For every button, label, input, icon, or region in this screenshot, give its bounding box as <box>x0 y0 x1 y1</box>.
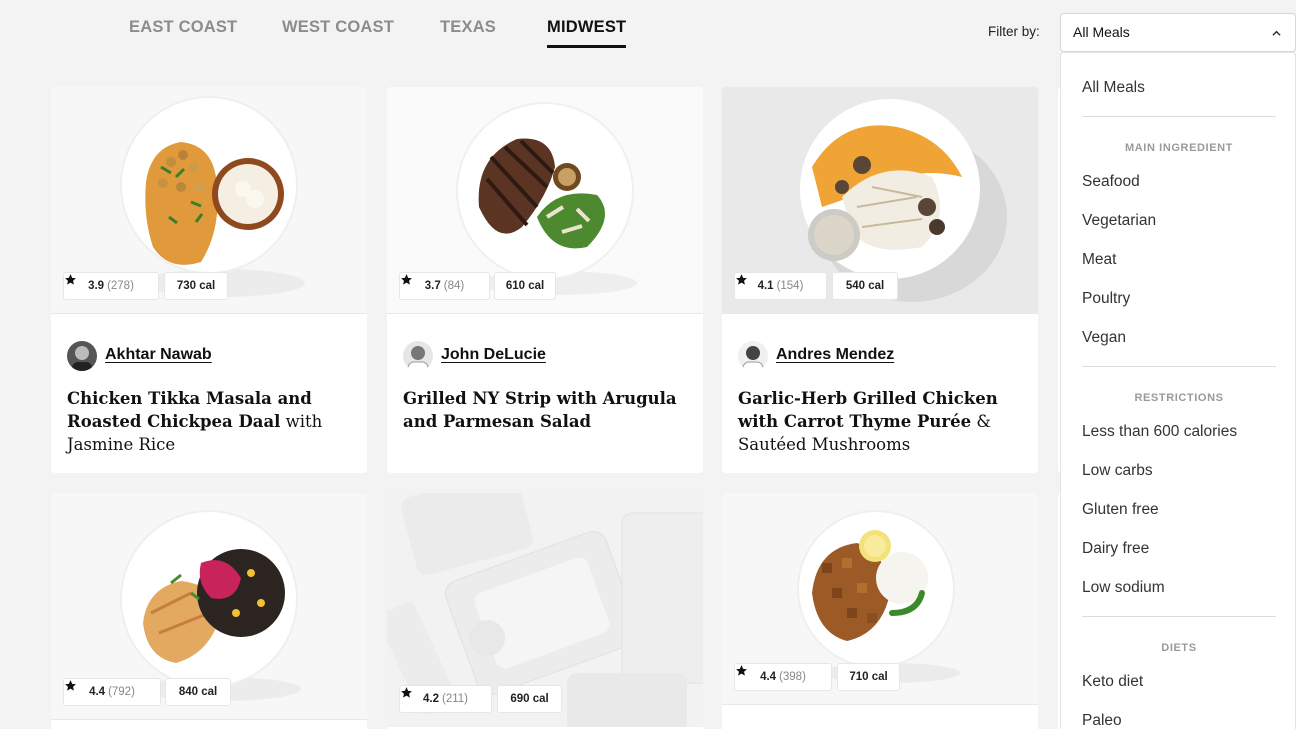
star-icon <box>401 274 412 285</box>
meal-card[interactable]: 4.4 (792) 840 cal <box>51 493 367 729</box>
tab-midwest[interactable]: MIDWEST <box>547 18 627 48</box>
card-divider <box>51 313 367 314</box>
menu-divider <box>1082 116 1276 117</box>
filter-option-all-meals[interactable]: All Meals <box>1082 79 1145 97</box>
menu-divider <box>1082 616 1276 617</box>
meal-photo-salmon-beans: 4.4 (792) 840 cal <box>51 493 367 719</box>
chef-link[interactable]: Akhtar Nawab <box>105 346 212 364</box>
meal-card[interactable]: 3.9 (278) 730 cal Akhtar Nawab Chicken Ti… <box>51 87 367 473</box>
rating-value: 4.1 <box>757 280 774 292</box>
calorie-badge: 840 cal <box>165 678 231 706</box>
review-count: (154) <box>776 280 804 292</box>
calorie-badge: 730 cal <box>164 272 228 300</box>
meal-title-main: Garlic-Herb Grilled Chicken with Carrot … <box>738 389 998 431</box>
rating-value: 3.7 <box>424 280 441 292</box>
review-count: (278) <box>107 280 134 292</box>
meal-title: Chicken Tikka Masala and Roasted Chickpe… <box>67 387 357 456</box>
meal-card[interactable]: 4.1 (154) 540 cal Andres Mendez Garlic-He… <box>722 87 1038 473</box>
card-divider <box>51 719 367 720</box>
filter-select[interactable]: All Meals <box>1060 13 1296 52</box>
menu-heading-restrictions: RESTRICTIONS <box>1134 392 1224 404</box>
rating-value: 4.4 <box>89 686 106 698</box>
menu-heading-main-ingredient: MAIN INGREDIENT <box>1125 142 1233 154</box>
meal-title-main: Grilled NY Strip with Arugula and Parmes… <box>403 389 677 431</box>
card-divider <box>387 313 703 314</box>
tab-east-coast[interactable]: EAST COAST <box>129 18 237 37</box>
meal-card[interactable]: 4.4 (398) 710 cal <box>722 493 1038 729</box>
filter-option-keto-diet[interactable]: Keto diet <box>1082 673 1143 691</box>
card-divider <box>722 313 1038 314</box>
meal-card[interactable]: 3.7 (84) 610 cal John DeLucie Grilled NY … <box>387 87 703 473</box>
meal-title: Garlic-Herb Grilled Chicken with Carrot … <box>738 387 1028 456</box>
calorie-badge: 610 cal <box>494 272 556 300</box>
filter-option-vegetarian[interactable]: Vegetarian <box>1082 212 1156 230</box>
star-icon <box>65 680 76 691</box>
rating-badge: 4.4 (398) <box>734 663 832 691</box>
calorie-badge: 710 cal <box>837 663 900 691</box>
filter-label: Filter by: <box>988 24 1040 39</box>
menu-divider <box>1082 366 1276 367</box>
chef-avatar <box>403 341 433 371</box>
chef-avatar <box>67 341 97 371</box>
meal-title: Grilled NY Strip with Arugula and Parmes… <box>403 387 693 433</box>
tab-texas[interactable]: TEXAS <box>440 18 496 37</box>
meal-photo-ny-strip: 3.7 (84) 610 cal <box>387 87 703 313</box>
filter-option-dairy-free[interactable]: Dairy free <box>1082 540 1149 558</box>
rating-badge: 3.9 (278) <box>63 272 159 300</box>
meal-photo-chicken-tikka: 3.9 (278) 730 cal <box>51 87 367 313</box>
star-icon <box>736 274 747 285</box>
meal-photo-garlic-herb-chicken: 4.1 (154) 540 cal <box>722 87 1038 313</box>
filter-option-low-sodium[interactable]: Low sodium <box>1082 579 1165 597</box>
review-count: (84) <box>443 280 465 292</box>
tab-west-coast[interactable]: WEST COAST <box>282 18 394 37</box>
filter-option-poultry[interactable]: Poultry <box>1082 290 1130 308</box>
rating-value: 4.4 <box>760 671 777 683</box>
rating-value: 4.2 <box>423 693 439 705</box>
filter-option-seafood[interactable]: Seafood <box>1082 173 1140 191</box>
filter-option-less-than-600-calories[interactable]: Less than 600 calories <box>1082 423 1237 441</box>
filter-selected-value: All Meals <box>1073 24 1130 40</box>
chevron-up-icon <box>1272 30 1281 36</box>
filter-option-meat[interactable]: Meat <box>1082 251 1116 269</box>
filter-option-paleo[interactable]: Paleo <box>1082 712 1122 729</box>
meal-photo-packaging-placeholder: 4.2 (211) 690 cal <box>387 493 703 727</box>
star-icon <box>736 665 747 676</box>
filter-option-low-carbs[interactable]: Low carbs <box>1082 462 1153 480</box>
chef-link[interactable]: John DeLucie <box>441 346 546 364</box>
chef-link[interactable]: Andres Mendez <box>776 346 894 364</box>
rating-value: 3.9 <box>88 280 105 292</box>
meal-title-main: Chicken Tikka Masala and Roasted Chickpe… <box>67 389 312 431</box>
filter-option-vegan[interactable]: Vegan <box>1082 329 1126 347</box>
calorie-badge: 540 cal <box>832 272 898 300</box>
meal-card[interactable]: 4.2 (211) 690 cal <box>387 493 703 729</box>
menu-heading-diets: DIETS <box>1161 642 1197 654</box>
chef-avatar <box>738 341 768 371</box>
review-count: (398) <box>779 671 806 683</box>
meal-photo-tofu-rice: 4.4 (398) 710 cal <box>722 493 1038 704</box>
card-divider <box>722 704 1038 705</box>
star-icon <box>65 274 76 285</box>
star-icon <box>401 687 412 698</box>
rating-badge: 3.7 (84) <box>399 272 490 300</box>
rating-badge: 4.2 (211) <box>399 685 492 713</box>
region-tabs: EAST COAST WEST COAST TEXAS MIDWEST <box>0 0 1000 60</box>
calorie-badge: 690 cal <box>497 685 562 713</box>
filter-dropdown-menu: All Meals MAIN INGREDIENT Seafood Vegeta… <box>1060 52 1296 729</box>
filter-option-gluten-free[interactable]: Gluten free <box>1082 501 1159 519</box>
review-count: (211) <box>442 693 468 705</box>
rating-badge: 4.1 (154) <box>734 272 827 300</box>
review-count: (792) <box>108 686 135 698</box>
rating-badge: 4.4 (792) <box>63 678 161 706</box>
